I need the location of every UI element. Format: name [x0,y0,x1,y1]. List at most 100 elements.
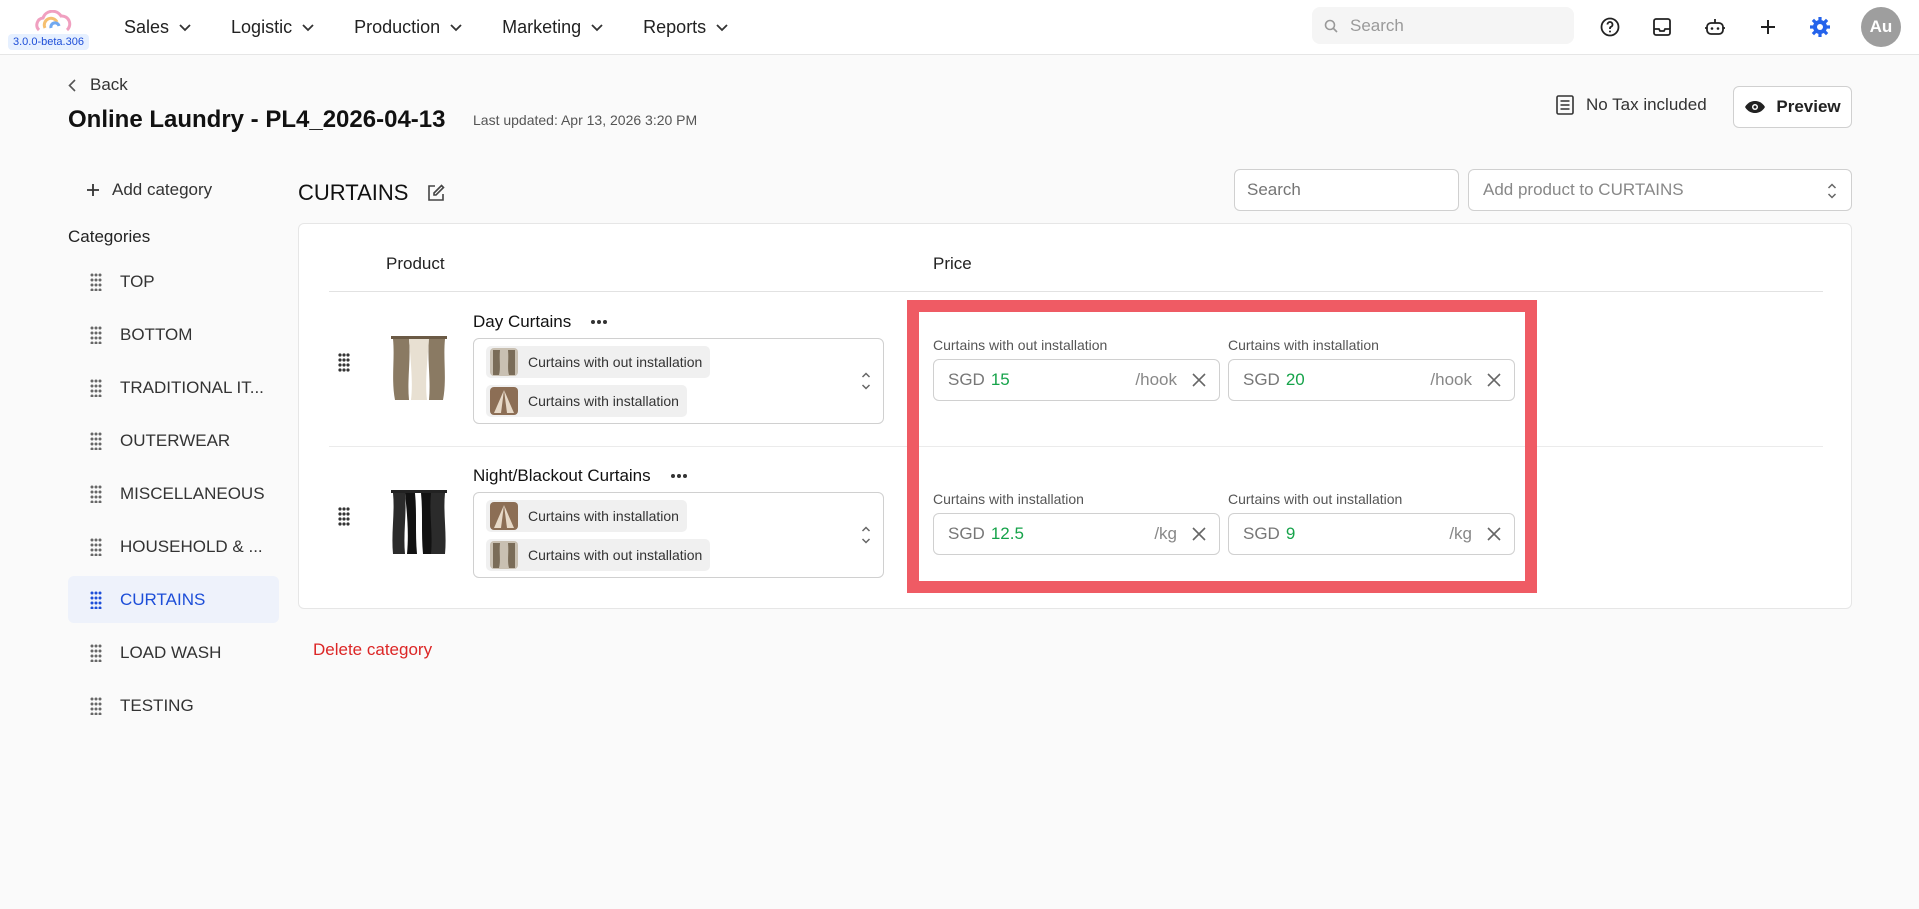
option-chip[interactable]: Curtains with installation [486,500,687,532]
nav-label: Reports [643,17,707,37]
eye-icon [1745,101,1766,113]
category-item[interactable]: HOUSEHOLD & ... [68,523,279,570]
chevron-down-icon [716,23,728,31]
robot-icon[interactable] [1701,13,1729,41]
back-label: Back [90,75,128,94]
category-title: CURTAINS [298,180,446,206]
drag-handle-icon[interactable] [90,591,102,609]
option-chip[interactable]: Curtains with out installation [486,346,711,378]
nav-sales[interactable]: Sales [124,17,191,38]
app-logo[interactable]: 3.0.0-beta.306 [8,6,98,50]
category-item[interactable]: TOP [68,258,279,305]
drag-handle-icon[interactable] [90,485,102,503]
option-chip-label: Curtains with out installation [528,547,703,563]
page-title: Online Laundry - PL4_2026-04-13 [68,106,446,133]
column-header-product: Product [386,254,445,273]
chevron-down-icon [302,23,314,31]
chevron-down-icon [591,23,603,31]
nav-label: Sales [124,17,170,37]
category-item[interactable]: OUTERWEAR [68,417,279,464]
option-chip[interactable]: Curtains with installation [486,385,687,417]
cloud-logo-icon [35,10,72,32]
plus-icon[interactable] [1754,13,1782,41]
category-label: HOUSEHOLD & ... [120,536,263,556]
tax-label: No Tax included [1586,95,1707,114]
product-name: Night/Blackout Curtains [473,466,687,486]
more-options-icon[interactable] [591,320,608,324]
blackout-curtains-thumbnail [391,490,447,554]
category-list: TOP BOTTOM TRADITIONAL IT... OUTERWEAR M… [68,258,279,735]
edit-icon[interactable] [426,183,446,203]
version-badge: 3.0.0-beta.306 [8,34,89,50]
curtain-thumbnail [490,502,518,530]
nav-logistic[interactable]: Logistic [231,17,314,38]
up-down-chevron-icon [861,372,871,390]
tax-setting[interactable]: No Tax included [1556,95,1707,115]
category-label: TOP [120,271,155,291]
category-label: TRADITIONAL IT... [120,377,264,397]
product-name-label: Day Curtains [473,312,572,331]
add-product-select[interactable]: Add product to CURTAINS [1468,169,1852,211]
drag-handle-icon[interactable] [90,644,102,662]
top-bar: 3.0.0-beta.306 Sales Logistic Production… [0,0,1919,55]
product-name-label: Night/Blackout Curtains [473,466,651,485]
global-search-input[interactable]: Search [1312,7,1574,44]
category-item[interactable]: BOTTOM [68,311,279,358]
preview-button[interactable]: Preview [1733,86,1852,128]
nav-label: Production [354,17,441,37]
option-chip-label: Curtains with installation [528,393,679,409]
category-item[interactable]: TRADITIONAL IT... [68,364,279,411]
category-item[interactable]: TESTING [68,682,279,729]
preview-label: Preview [1776,97,1841,116]
category-item-active[interactable]: CURTAINS [68,576,279,623]
drag-handle-icon[interactable] [90,697,102,715]
product-name: Day Curtains [473,312,608,332]
add-category-label: Add category [112,180,213,199]
option-chip-label: Curtains with out installation [528,354,703,370]
back-link[interactable]: Back [68,75,128,95]
column-header-price: Price [933,254,972,273]
nav-reports[interactable]: Reports [643,17,728,38]
curtain-thumbnail [490,348,518,376]
nav-marketing[interactable]: Marketing [502,17,603,38]
drag-handle-icon[interactable] [90,538,102,556]
help-icon[interactable] [1596,13,1624,41]
user-avatar[interactable]: Au [1861,7,1901,47]
category-label: OUTERWEAR [120,430,231,450]
search-icon [1324,19,1338,33]
option-select[interactable]: Curtains with out installation Curtains … [473,338,884,424]
nav-production[interactable]: Production [354,17,462,38]
plus-icon [87,184,99,196]
categories-heading: Categories [68,227,151,246]
add-product-placeholder: Add product to CURTAINS [1483,180,1684,199]
inbox-icon[interactable] [1648,13,1676,41]
document-list-icon [1556,95,1574,115]
category-label: CURTAINS [120,589,206,609]
drag-handle-icon[interactable] [337,352,351,372]
category-item[interactable]: LOAD WASH [68,629,279,676]
delete-category-button[interactable]: Delete category [313,640,432,660]
drag-handle-icon[interactable] [90,432,102,450]
option-chip[interactable]: Curtains with out installation [486,539,711,571]
chevron-left-icon [68,78,76,92]
curtain-thumbnail [490,387,518,415]
add-category-button[interactable]: Add category [86,180,212,200]
day-curtains-thumbnail [391,336,447,400]
category-label: BOTTOM [120,324,193,344]
price-highlight-box [907,300,1537,593]
chevron-down-icon [450,23,462,31]
option-select[interactable]: Curtains with installation Curtains with… [473,492,884,578]
drag-handle-icon[interactable] [90,326,102,344]
settings-gear-icon[interactable] [1806,13,1834,41]
drag-handle-icon[interactable] [90,379,102,397]
main-nav: Sales Logistic Production Marketing Repo… [124,0,768,55]
category-label: MISCELLANEOUS [120,483,265,503]
nav-label: Logistic [231,17,293,37]
category-item[interactable]: MISCELLANEOUS [68,470,279,517]
search-placeholder: Search [1350,15,1404,35]
category-label: TESTING [120,695,194,715]
more-options-icon[interactable] [670,474,687,478]
drag-handle-icon[interactable] [90,273,102,291]
drag-handle-icon[interactable] [337,506,351,526]
product-search-input[interactable] [1234,169,1459,211]
